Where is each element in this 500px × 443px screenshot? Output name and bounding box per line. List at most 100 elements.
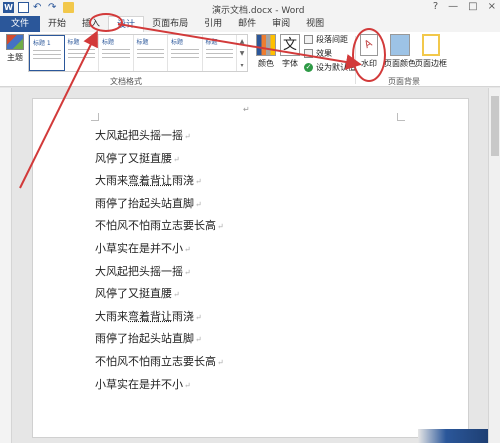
style-set-thumb[interactable]: 标题 <box>203 35 237 71</box>
page-color-label: 页面颜色 <box>384 59 416 68</box>
style-set-heading: 标题 <box>102 39 115 46</box>
paragraph-mark: ↵ <box>173 290 180 300</box>
group-separator <box>355 36 356 84</box>
style-set-heading: 标题 1 <box>33 40 51 47</box>
close-button[interactable]: × <box>488 1 496 12</box>
scroll-up-icon[interactable]: ▲ <box>240 38 245 45</box>
page-border-button[interactable]: 页面边框 <box>415 34 447 69</box>
text-line: 雨停了抬起头站直脚↵ <box>95 196 202 210</box>
page-border-label: 页面边框 <box>415 59 447 68</box>
document-format-gallery: 标题 1 标题 标题 标题 标题 标题 ▲ ▼ ▾ <box>28 34 248 72</box>
fonts-icon: 文 <box>280 34 300 56</box>
effects-button[interactable]: 效果 <box>304 48 356 59</box>
redo-icon[interactable]: ↷ <box>48 2 59 13</box>
effects-label: 效果 <box>316 49 332 58</box>
colors-button[interactable]: 颜色 <box>256 34 276 69</box>
quick-access-toolbar: W ↶ ↷ <box>3 2 74 13</box>
paragraph-spacing-button[interactable]: 段落间距 <box>304 34 356 45</box>
paragraph-mark: ↵ <box>243 105 250 114</box>
paragraph-mark: ↵ <box>217 357 224 367</box>
style-set-thumb[interactable]: 标题 <box>134 35 168 71</box>
style-set-heading: 标题 <box>67 39 80 46</box>
page-background-group-label: 页面背景 <box>388 77 420 86</box>
document-text[interactable]: 大风起把头摇一摇↵ 风停了又挺直腰↵ 大雨来弯着背让雨浇↵ 雨停了抬起头站直脚↵… <box>95 125 224 396</box>
paragraph-mark: ↵ <box>195 199 202 209</box>
tab-file[interactable]: 文件 <box>0 16 41 32</box>
scroll-down-icon[interactable]: ▼ <box>240 50 245 57</box>
paragraph-mark: ↵ <box>195 312 202 322</box>
paragraph-mark: ↵ <box>184 380 191 390</box>
text-line: 小草实在是并不小↵ <box>95 377 191 391</box>
vertical-ruler <box>0 88 12 443</box>
style-set-heading: 标题 <box>136 39 149 46</box>
word-icon: W <box>3 2 14 13</box>
paragraph-mark: ↵ <box>195 177 202 187</box>
document-page[interactable]: ↵ 大风起把头摇一摇↵ 风停了又挺直腰↵ 大雨来弯着背让雨浇↵ 雨停了抬起头站直… <box>32 98 469 438</box>
themes-icon <box>6 34 24 50</box>
margin-corner-mark <box>91 113 99 121</box>
paragraph-spacing-icon <box>304 35 313 44</box>
paragraph-spacing-label: 段落间距 <box>316 35 348 44</box>
text-line: 大风起把头摇一摇↵ <box>95 129 191 142</box>
taskbar-fragment <box>418 429 488 443</box>
paragraph-mark: ↵ <box>195 335 202 345</box>
tab-home[interactable]: 开始 <box>40 16 74 32</box>
window-controls: ? — □ × <box>433 1 496 12</box>
text-line: 雨停了抬起头站直脚↵ <box>95 332 202 346</box>
watermark-label: 水印 <box>361 59 377 68</box>
text-line: 不怕风不怕雨立志要长高↵ <box>95 219 224 233</box>
fonts-label: 字体 <box>282 59 298 68</box>
tab-page-layout[interactable]: 页面布局 <box>144 16 196 32</box>
page-border-icon <box>422 34 440 56</box>
tab-review[interactable]: 审阅 <box>264 16 298 32</box>
effects-icon <box>304 49 313 58</box>
gallery-more-icon[interactable]: ▾ <box>240 62 243 69</box>
open-folder-icon[interactable] <box>63 2 74 13</box>
paragraph-mark: ↵ <box>173 154 180 164</box>
tab-mailings[interactable]: 邮件 <box>230 16 264 32</box>
gallery-scroll[interactable]: ▲ ▼ ▾ <box>237 35 247 71</box>
check-icon: ✓ <box>304 63 313 72</box>
page-color-icon <box>390 34 410 56</box>
themes-button[interactable]: 主题 <box>4 34 26 63</box>
vertical-scrollbar[interactable] <box>488 88 500 443</box>
paragraph-mark: ↵ <box>184 132 191 141</box>
margin-corner-mark <box>397 113 405 121</box>
themes-label: 主题 <box>7 53 23 62</box>
style-set-heading: 标题 <box>171 39 184 46</box>
save-icon[interactable] <box>18 2 29 13</box>
tab-insert[interactable]: 插入 <box>74 16 108 32</box>
watermark-button[interactable]: 水印 <box>360 34 378 69</box>
text-line: 大风起把头摇一摇↵ <box>95 264 191 278</box>
help-button[interactable]: ? <box>433 1 438 12</box>
undo-icon[interactable]: ↶ <box>33 2 44 13</box>
fonts-button[interactable]: 文 字体 <box>280 34 300 69</box>
text-line: 风停了又挺直腰↵ <box>95 151 180 165</box>
document-workspace: ↵ 大风起把头摇一摇↵ 风停了又挺直腰↵ 大雨来弯着背让雨浇↵ 雨停了抬起头站直… <box>0 88 500 443</box>
ribbon-design: 主题 标题 1 标题 标题 标题 标题 标题 ▲ ▼ ▾ 文档格式 颜色 文 字体 … <box>0 32 500 87</box>
tab-design[interactable]: 设计 <box>108 16 145 32</box>
scrollbar-thumb[interactable] <box>491 96 499 156</box>
text-line: 不怕风不怕雨立志要长高↵ <box>95 354 224 368</box>
minimize-button[interactable]: — <box>448 1 458 12</box>
maximize-button[interactable]: □ <box>468 1 477 12</box>
tab-view[interactable]: 视图 <box>298 16 332 32</box>
style-set-heading: 标题 <box>205 39 218 46</box>
style-set-thumb[interactable]: 标题 <box>99 35 134 71</box>
tab-references[interactable]: 引用 <box>196 16 230 32</box>
paragraph-mark: ↵ <box>184 244 191 254</box>
text-line: 风停了又挺直腰↵ <box>95 287 180 301</box>
title-bar: W ↶ ↷ 演示文档.docx - Word ? — □ × <box>0 0 500 16</box>
colors-label: 颜色 <box>258 59 274 68</box>
set-as-default-button[interactable]: ✓ 设为默认值 <box>304 62 356 73</box>
format-options: 段落间距 效果 ✓ 设为默认值 <box>304 34 356 73</box>
document-format-group-label: 文档格式 <box>110 77 142 86</box>
style-set-thumb[interactable]: 标题 1 <box>29 35 65 71</box>
ribbon-tabs: 文件 开始 插入 设计 页面布局 引用 邮件 审阅 视图 <box>0 16 500 32</box>
page-color-button[interactable]: 页面颜色 <box>384 34 416 69</box>
paragraph-mark: ↵ <box>184 267 191 277</box>
style-set-thumb[interactable]: 标题 <box>168 35 203 71</box>
style-set-thumb[interactable]: 标题 <box>65 35 99 71</box>
text-line: 大雨来弯着背让雨浇↵ <box>95 174 202 188</box>
colors-icon <box>256 34 276 56</box>
